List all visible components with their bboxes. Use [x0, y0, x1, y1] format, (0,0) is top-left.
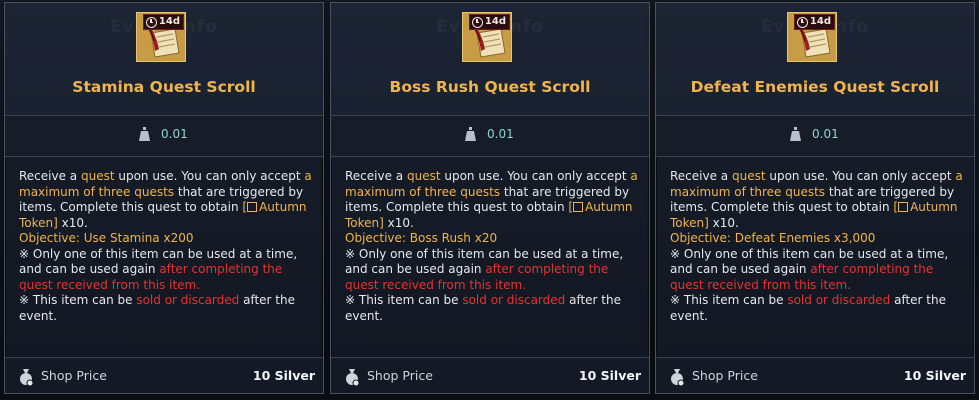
usage-note: ※ Only one of this item can be used at a… [670, 246, 949, 323]
shop-price-label: Shop Price [367, 368, 433, 383]
weight-value: 0.01 [161, 127, 188, 141]
tooltip-header: Event Info 14d Stamina Quest Scroll [5, 3, 323, 116]
tooltip-header: Event Info 14d Defeat Enemies Quest Scro… [656, 3, 974, 116]
weight-value: 0.01 [487, 127, 514, 141]
shop-price-label: Shop Price [41, 368, 107, 383]
item-description: Receive a quest upon use. You can only a… [345, 169, 643, 324]
clock-icon [471, 16, 483, 28]
shop-price-label: Shop Price [692, 368, 758, 383]
clock-icon [145, 16, 157, 28]
weight-icon [139, 127, 150, 141]
weight-row: 0.01 [656, 117, 974, 157]
description-text: Receive a quest upon use. You can only a… [19, 169, 312, 230]
item-title: Boss Rush Quest Scroll [389, 78, 591, 96]
duration-badge: 14d [793, 14, 835, 30]
duration-label: 14d [809, 16, 831, 27]
shop-price-row: Shop Price 10 Silver [656, 357, 974, 393]
duration-badge: 14d [142, 14, 184, 30]
weight-row: 0.01 [331, 117, 649, 157]
tooltip-header: Event Info 14d Boss Rush Quest Scroll [331, 3, 649, 116]
description-text: Receive a quest upon use. You can only a… [670, 169, 963, 230]
weight-icon [465, 127, 476, 141]
item-tooltip-defeat-enemies: Event Info 14d Defeat Enemies Quest Scro… [655, 2, 975, 394]
weight-value: 0.01 [812, 127, 839, 141]
usage-note: ※ Only one of this item can be used at a… [19, 246, 298, 323]
shop-price-row: Shop Price 10 Silver [5, 357, 323, 393]
item-icon-slot[interactable]: 14d [462, 12, 512, 62]
clock-icon [796, 16, 808, 28]
item-tooltip-boss-rush: Event Info 14d Boss Rush Quest Scroll 0.… [330, 2, 650, 394]
shop-price-value: 10 Silver [252, 368, 315, 383]
item-title: Stamina Quest Scroll [72, 78, 256, 96]
item-title: Defeat Enemies Quest Scroll [690, 78, 940, 96]
shop-price-row: Shop Price 10 Silver [331, 357, 649, 393]
usage-note: ※ Only one of this item can be used at a… [345, 246, 624, 323]
shop-price-value: 10 Silver [903, 368, 966, 383]
description-text: Receive a quest upon use. You can only a… [345, 169, 638, 230]
duration-label: 14d [484, 16, 506, 27]
objective-text: Objective: Use Stamina x200 [19, 231, 194, 245]
item-description: Receive a quest upon use. You can only a… [19, 169, 317, 324]
item-tooltip-stamina: Event Info 14d Stamina Quest Scroll 0.01 [4, 2, 324, 394]
external-link-icon [898, 202, 909, 212]
money-bag-icon [346, 369, 360, 386]
duration-label: 14d [158, 16, 180, 27]
external-link-icon [247, 202, 258, 212]
item-description: Receive a quest upon use. You can only a… [670, 169, 968, 324]
objective-text: Objective: Defeat Enemies x3,000 [670, 231, 876, 245]
objective-text: Objective: Boss Rush x20 [345, 231, 498, 245]
item-icon-slot[interactable]: 14d [787, 12, 837, 62]
money-bag-icon [20, 369, 34, 386]
item-icon-slot[interactable]: 14d [136, 12, 186, 62]
duration-badge: 14d [468, 14, 510, 30]
weight-row: 0.01 [5, 117, 323, 157]
money-bag-icon [671, 369, 685, 386]
external-link-icon [573, 202, 584, 212]
weight-icon [790, 127, 801, 141]
shop-price-value: 10 Silver [578, 368, 641, 383]
